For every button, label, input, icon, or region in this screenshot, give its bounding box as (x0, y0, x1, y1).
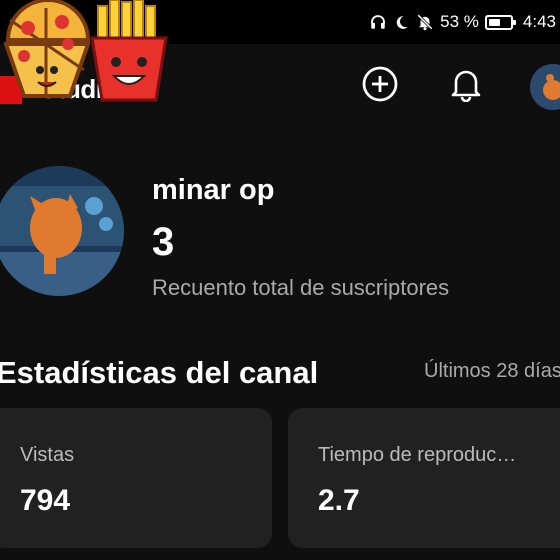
notifications-icon (449, 66, 483, 107)
battery-percent: 53 % (440, 12, 479, 31)
pizza-sticker-icon (0, 0, 91, 104)
subscriber-count: 3 (152, 220, 175, 264)
date-range-label[interactable]: Últimos 28 días (424, 360, 560, 383)
notifications-button[interactable] (446, 66, 486, 106)
status-time: 4:43 (522, 12, 556, 31)
channel-analytics-title: Estadísticas del canal (0, 355, 319, 390)
status-icons: 53 % 4:43 (369, 10, 556, 34)
channel-name: minar op (152, 174, 275, 206)
watch-time-card[interactable]: Tiempo de reproduc… 2.7 (288, 408, 560, 548)
subscriber-count-label: Recuento total de suscriptores (152, 275, 450, 300)
battery-icon (484, 14, 516, 30)
views-card-label: Vistas (20, 444, 75, 466)
create-icon (361, 65, 399, 108)
fries-sticker-icon (90, 0, 168, 102)
channel-avatar[interactable] (0, 166, 124, 296)
battery-level (488, 18, 500, 26)
watch-time-card-label: Tiempo de reproduc… (318, 444, 517, 466)
headphones-icon (369, 13, 387, 31)
moon-icon (393, 14, 410, 31)
bell-off-icon (416, 13, 434, 31)
create-button[interactable] (360, 66, 400, 106)
views-card-value: 794 (20, 484, 71, 517)
account-avatar[interactable] (530, 64, 560, 110)
views-card[interactable]: Vistas 794 (0, 408, 272, 548)
sticker-overlay (0, 0, 185, 117)
watch-time-card-value: 2.7 (318, 484, 360, 517)
